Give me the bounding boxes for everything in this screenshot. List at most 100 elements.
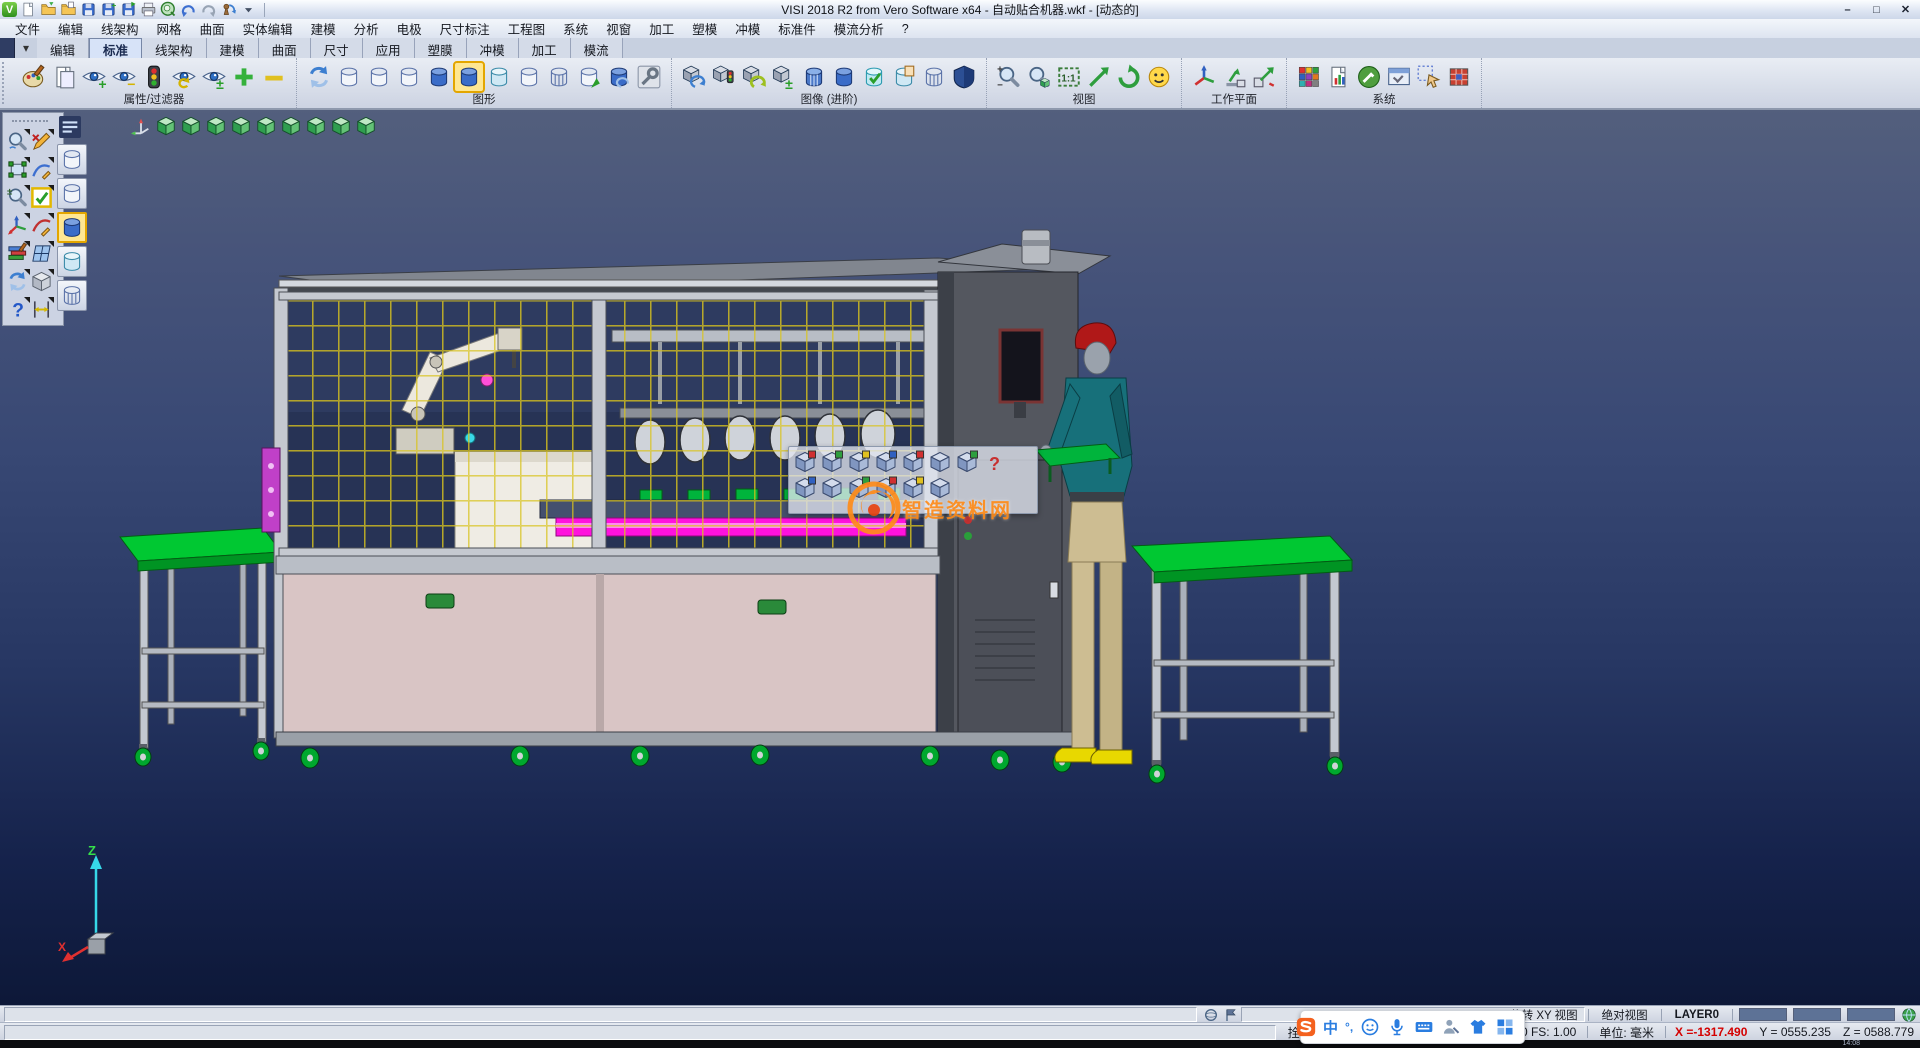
- menu-item-5[interactable]: 实体编辑: [234, 18, 302, 39]
- float-cube-n-icon[interactable]: [820, 476, 844, 500]
- ribbon-icon-filter-add[interactable]: [230, 63, 258, 91]
- axis-view-0-icon[interactable]: [130, 115, 152, 137]
- ribbon-icon-cyl-blue[interactable]: [425, 63, 453, 91]
- view-cube-3-icon[interactable]: [205, 115, 227, 137]
- layer-swatch-3[interactable]: [1847, 1008, 1895, 1021]
- view-cube-1-icon[interactable]: [155, 115, 177, 137]
- menu-item-3[interactable]: 网格: [148, 18, 191, 39]
- tab-2[interactable]: 线架构: [142, 38, 207, 58]
- command-history-icon[interactable]: [220, 1, 237, 18]
- ribbon-icon-cubes-traffic[interactable]: [710, 63, 738, 91]
- view-cube-2-icon[interactable]: [180, 115, 202, 137]
- menu-item-1[interactable]: 编辑: [49, 18, 92, 39]
- frame-select-icon[interactable]: [6, 158, 29, 181]
- ribbon-icon-attr-copy[interactable]: [50, 63, 78, 91]
- float-cube-r-icon[interactable]: [793, 450, 817, 474]
- wcs-axis-icon[interactable]: [6, 214, 29, 237]
- float-cube-y-icon[interactable]: [901, 476, 925, 500]
- layer-strip-cyl-outline-1-icon[interactable]: [57, 178, 87, 209]
- ribbon-icon-cyl-refresh[interactable]: [605, 63, 633, 91]
- ribbon-grip[interactable]: [2, 62, 10, 104]
- ribbon-icon-sys-panel[interactable]: [1385, 63, 1413, 91]
- menu-item-8[interactable]: 电极: [388, 18, 431, 39]
- ribbon-icon-cyl-wire[interactable]: [920, 63, 948, 91]
- menu-item-13[interactable]: 加工: [640, 18, 683, 39]
- curve-draw-icon[interactable]: [30, 214, 53, 237]
- new-page-icon[interactable]: [20, 1, 37, 18]
- list-menu-icon[interactable]: [58, 116, 82, 138]
- float-cube-n-icon[interactable]: [928, 476, 952, 500]
- view-cube-4-icon[interactable]: [230, 115, 252, 137]
- tab-9[interactable]: 加工: [519, 38, 571, 58]
- edit-delete-icon[interactable]: [30, 130, 53, 153]
- ribbon-icon-cyl-selected[interactable]: [455, 63, 483, 91]
- open-folder-icon[interactable]: [40, 1, 57, 18]
- ribbon-icon-wrench-settings[interactable]: [635, 63, 663, 91]
- ribbon-icon-cyl-outline[interactable]: [515, 63, 543, 91]
- menu-item-10[interactable]: 工程图: [499, 18, 555, 39]
- curve-edit-icon[interactable]: [30, 158, 53, 181]
- ribbon-icon-view-rotate[interactable]: [1115, 63, 1143, 91]
- ribbon-icon-cyl-light[interactable]: [485, 63, 513, 91]
- ribbon-icon-filter-remove[interactable]: [260, 63, 288, 91]
- layer-swatch-2[interactable]: [1793, 1008, 1841, 1021]
- menu-item-9[interactable]: 尺寸标注: [431, 18, 499, 39]
- ime-kbd-icon[interactable]: [1414, 1017, 1434, 1037]
- view-cube-9-icon[interactable]: [355, 115, 377, 137]
- zoom-pm-icon[interactable]: ±: [6, 186, 29, 209]
- menu-item-15[interactable]: 冲模: [726, 18, 769, 39]
- tab-8[interactable]: 冲模: [467, 38, 519, 58]
- ribbon-icon-eye-add[interactable]: +: [80, 63, 108, 91]
- sogou-logo-icon[interactable]: [1296, 1017, 1316, 1037]
- ribbon-icon-cube-toggle[interactable]: ±: [770, 63, 798, 91]
- view-cube-8-icon[interactable]: [330, 115, 352, 137]
- view-cube-5-icon[interactable]: [255, 115, 277, 137]
- ribbon-icon-cyl-modify[interactable]: [575, 63, 603, 91]
- ribbon-icon-shield-view[interactable]: [950, 63, 978, 91]
- more-caret-icon[interactable]: [240, 1, 257, 18]
- ime-smiley-icon[interactable]: [1360, 1017, 1380, 1037]
- help-question-icon[interactable]: ?: [6, 298, 29, 321]
- menu-item-4[interactable]: 曲面: [191, 18, 234, 39]
- undo-icon[interactable]: [180, 1, 197, 18]
- float-cube-g-icon[interactable]: [955, 450, 979, 474]
- float-cube-b-icon[interactable]: [793, 476, 817, 500]
- layer-strip-cyl-wire-4-icon[interactable]: [57, 280, 87, 311]
- menu-item-17[interactable]: 模流分析: [825, 18, 893, 39]
- float-help-icon[interactable]: ?: [982, 450, 1006, 474]
- layer-swatch-1[interactable]: [1739, 1008, 1787, 1021]
- float-cube-r-icon[interactable]: [901, 450, 925, 474]
- toolbar-options-caret[interactable]: ▾: [15, 38, 37, 58]
- menu-item-14[interactable]: 塑模: [683, 18, 726, 39]
- ribbon-icon-eye-toggle[interactable]: ±: [200, 63, 228, 91]
- window-views-icon[interactable]: [30, 242, 53, 265]
- view-cube-6-icon[interactable]: [280, 115, 302, 137]
- ribbon-icon-zoom-arrow[interactable]: [1085, 63, 1113, 91]
- tab-10[interactable]: 模流: [571, 38, 623, 58]
- open-recent-icon[interactable]: [60, 1, 77, 18]
- ribbon-icon-cubes-add[interactable]: [680, 63, 708, 91]
- refresh-view-icon[interactable]: [6, 270, 29, 293]
- tab-4[interactable]: 曲面: [259, 38, 311, 58]
- ribbon-icon-sys-config[interactable]: [1355, 63, 1383, 91]
- print-icon[interactable]: [140, 1, 157, 18]
- print-preview-icon[interactable]: [160, 1, 177, 18]
- layer-books-icon[interactable]: [6, 242, 29, 265]
- menu-item-2[interactable]: 线架构: [92, 18, 148, 39]
- ribbon-icon-attr-palette[interactable]: [20, 63, 48, 91]
- ime-grid-icon[interactable]: [1495, 1017, 1515, 1037]
- view-flag-icon[interactable]: [1221, 1007, 1241, 1023]
- ribbon-icon-sys-report[interactable]: [1325, 63, 1353, 91]
- ribbon-icon-wp-align[interactable]: [1220, 63, 1248, 91]
- ribbon-icon-cyl-copy[interactable]: [890, 63, 918, 91]
- layer-strip-cyl-active-2-icon[interactable]: [57, 212, 87, 243]
- float-cube-g-icon[interactable]: [820, 450, 844, 474]
- measure-dist-icon[interactable]: [30, 298, 53, 321]
- float-cube-b-icon[interactable]: [874, 450, 898, 474]
- globe-icon[interactable]: [1898, 1007, 1920, 1023]
- ribbon-icon-traffic-filter[interactable]: [140, 63, 168, 91]
- save-icon[interactable]: [80, 1, 97, 18]
- menu-item-11[interactable]: 系统: [554, 18, 597, 39]
- float-cube-g-icon[interactable]: [847, 476, 871, 500]
- windows-taskbar-edge[interactable]: 14:08: [0, 1040, 1920, 1048]
